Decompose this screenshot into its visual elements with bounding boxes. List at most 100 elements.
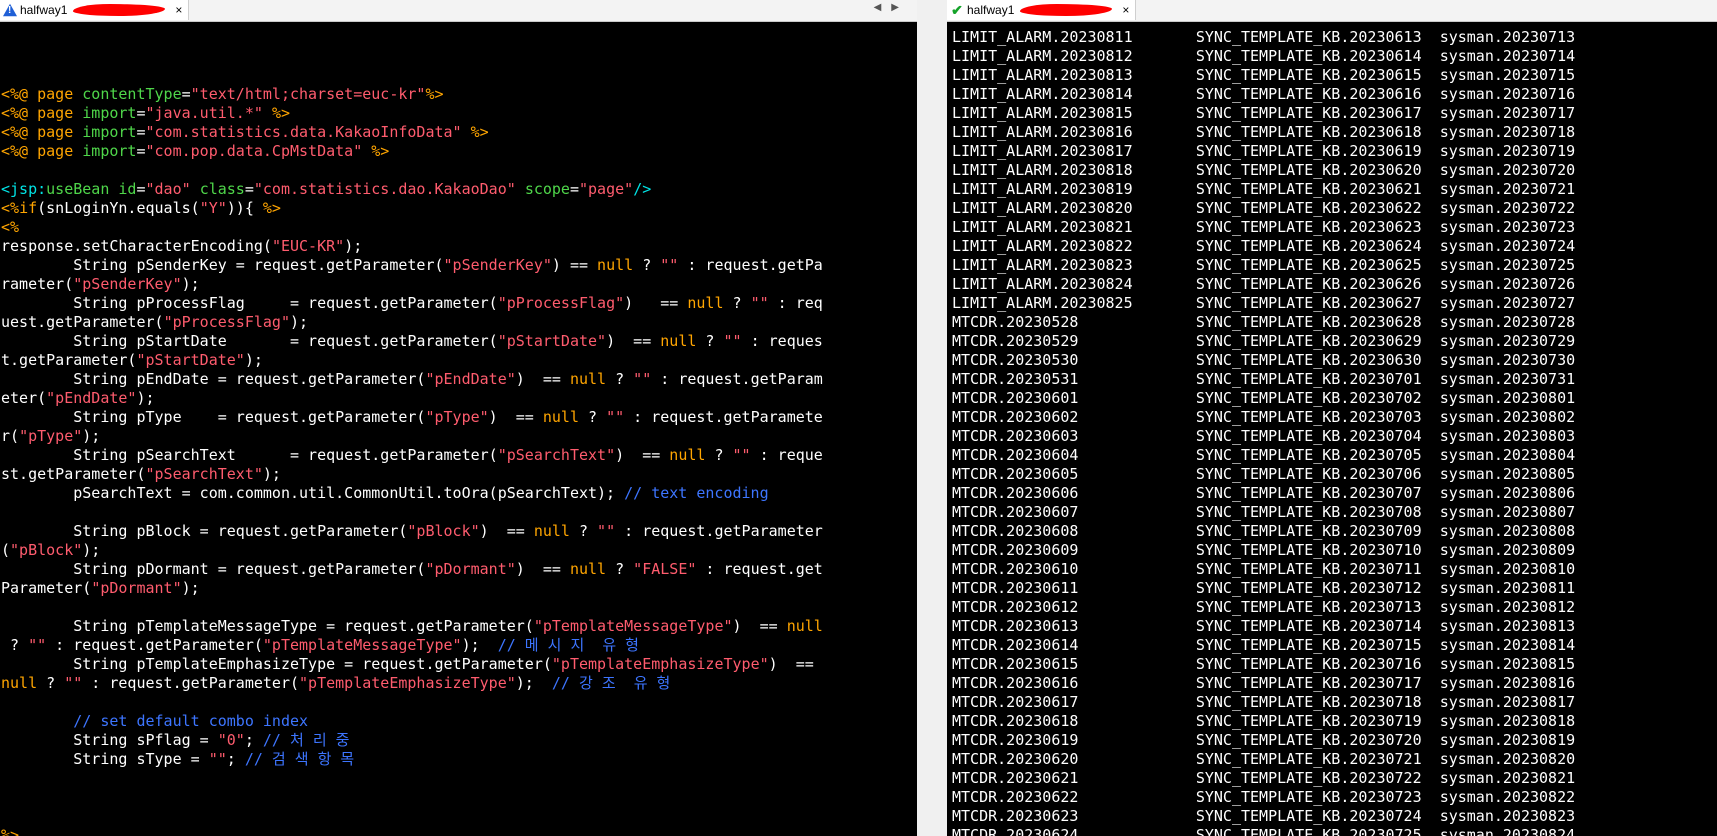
code-token: rameter( [1, 275, 74, 293]
file-name: SYNC_TEMPLATE_KB.20230628 [1195, 313, 1440, 331]
list-item: MTCDR.20230531 SYNC_TEMPLATE_KB.20230701… [952, 370, 1575, 389]
code-line: String pTemplateMessageType = request.ge… [1, 617, 823, 636]
file-name: sysman.20230719 [1439, 142, 1576, 160]
list-item: MTCDR.20230622 SYNC_TEMPLATE_KB.20230723… [952, 788, 1575, 807]
code-token: "com.statistics.dao.KakaoDao" [253, 180, 516, 198]
code-token: import [82, 142, 137, 160]
code-token: "" [606, 408, 625, 426]
code-token: t.getParameter( [1, 351, 137, 369]
file-name: MTCDR.20230602 [952, 408, 1196, 426]
file-name: SYNC_TEMPLATE_KB.20230616 [1195, 85, 1440, 103]
code-token: "pBlock" [407, 522, 480, 540]
jsp-editor-content[interactable]: <%@ page contentType="text/html;charset=… [1, 28, 823, 836]
file-name: MTCDR.20230601 [952, 389, 1196, 407]
code-token: "" [723, 332, 742, 350]
code-line: rameter("pSenderKey"); [1, 275, 823, 294]
code-token: ? [696, 332, 724, 350]
file-name: LIMIT_ALARM.20230815 [952, 104, 1196, 122]
code-token: ); [344, 237, 363, 255]
code-token: String pType = request.getParameter( [1, 408, 426, 426]
file-name: MTCDR.20230531 [952, 370, 1196, 388]
file-name: SYNC_TEMPLATE_KB.20230629 [1195, 332, 1440, 350]
left-terminal-pane[interactable]: halfway1 × ◀▶ <%@ page contentType="text… [0, 0, 917, 836]
tab-nav-arrows[interactable]: ◀▶ [874, 2, 909, 13]
code-token: ) == [732, 617, 787, 635]
pane-splitter[interactable] [917, 0, 947, 836]
file-name: MTCDR.20230624 [952, 826, 1196, 836]
code-token: "pSenderKey" [73, 275, 182, 293]
file-name: sysman.20230803 [1439, 427, 1576, 445]
code-token: // 강 조 유 형 [551, 674, 671, 692]
code-token: "pSearchText" [145, 465, 263, 483]
file-name: SYNC_TEMPLATE_KB.20230714 [1195, 617, 1440, 635]
code-token: id [118, 180, 137, 198]
code-token: "pType" [425, 408, 489, 426]
file-name: SYNC_TEMPLATE_KB.20230718 [1195, 693, 1440, 711]
code-token: "java.util.*" [145, 104, 263, 122]
code-token: /> [633, 180, 652, 198]
code-token: "pTemplateEmphasizeType" [551, 655, 769, 673]
code-line: Parameter("pDormant"); [1, 579, 823, 598]
code-line: st.getParameter("pSearchText"); [1, 465, 823, 484]
code-line: <% [1, 218, 823, 237]
code-token: ) == [768, 655, 814, 673]
close-tab-icon[interactable]: × [1122, 3, 1129, 17]
file-name: LIMIT_ALARM.20230818 [952, 161, 1196, 179]
list-item: MTCDR.20230617 SYNC_TEMPLATE_KB.20230718… [952, 693, 1575, 712]
file-name: sysman.20230809 [1439, 541, 1576, 559]
file-name: MTCDR.20230623 [952, 807, 1196, 825]
code-token: = [244, 180, 254, 198]
code-line: String pStartDate = request.getParameter… [1, 332, 823, 351]
code-token: %> [271, 104, 290, 122]
code-token: uest.getParameter( [1, 313, 164, 331]
file-name: SYNC_TEMPLATE_KB.20230719 [1195, 712, 1440, 730]
code-token: = [569, 180, 579, 198]
file-name: sysman.20230721 [1439, 180, 1576, 198]
code-token: String pSenderKey = request.getParameter… [1, 256, 444, 274]
code-line: <%@ page contentType="text/html;charset=… [1, 85, 823, 104]
code-token: pSearchText = com.common.util.CommonUtil… [1, 484, 625, 502]
code-token: String pSearchText = request.getParamete… [1, 446, 498, 464]
code-line: response.setCharacterEncoding("EUC-KR"); [1, 237, 823, 256]
code-token: %> [470, 123, 489, 141]
code-token: null [533, 522, 570, 540]
file-name: SYNC_TEMPLATE_KB.20230712 [1195, 579, 1440, 597]
code-token: "pTemplateEmphasizeType" [299, 674, 516, 692]
file-name: sysman.20230806 [1439, 484, 1576, 502]
file-name: sysman.20230720 [1439, 161, 1576, 179]
list-item: MTCDR.20230608 SYNC_TEMPLATE_KB.20230709… [952, 522, 1575, 541]
code-token: "pDormant" [91, 579, 182, 597]
code-token: "pBlock" [10, 541, 83, 559]
file-name: sysman.20230819 [1439, 731, 1576, 749]
file-name: MTCDR.20230622 [952, 788, 1196, 806]
code-line: String pSenderKey = request.getParameter… [1, 256, 823, 275]
code-token: String pTemplateEmphasizeType = request.… [1, 655, 552, 673]
code-token: ); [515, 674, 552, 692]
code-token: ) == [515, 370, 570, 388]
left-session-tab[interactable]: halfway1 × [0, 0, 190, 20]
code-token: "pProcessFlag" [497, 294, 625, 312]
code-token: %> [1, 826, 20, 836]
file-name: LIMIT_ALARM.20230820 [952, 199, 1196, 217]
right-terminal-pane[interactable]: ✔ halfway1 × LIMIT_ALARM.20230811 SYNC_T… [947, 0, 1717, 836]
tab-prev-icon[interactable]: ◀ [874, 2, 892, 13]
file-name: SYNC_TEMPLATE_KB.20230713 [1195, 598, 1440, 616]
list-item: LIMIT_ALARM.20230824 SYNC_TEMPLATE_KB.20… [952, 275, 1575, 294]
code-token: <% [1, 199, 20, 217]
file-name: sysman.20230718 [1439, 123, 1576, 141]
right-session-tab[interactable]: ✔ halfway1 × [947, 0, 1137, 20]
file-name: LIMIT_ALARM.20230821 [952, 218, 1196, 236]
code-token: null [786, 617, 823, 635]
file-name: SYNC_TEMPLATE_KB.20230703 [1195, 408, 1440, 426]
list-item: MTCDR.20230605 SYNC_TEMPLATE_KB.20230706… [952, 465, 1575, 484]
code-token: response.setCharacterEncoding( [1, 237, 272, 255]
file-name: MTCDR.20230621 [952, 769, 1196, 787]
close-tab-icon[interactable]: × [175, 3, 182, 17]
code-line: <%@ page import="java.util.*" %> [1, 104, 823, 123]
tab-next-icon[interactable]: ▶ [891, 2, 909, 13]
